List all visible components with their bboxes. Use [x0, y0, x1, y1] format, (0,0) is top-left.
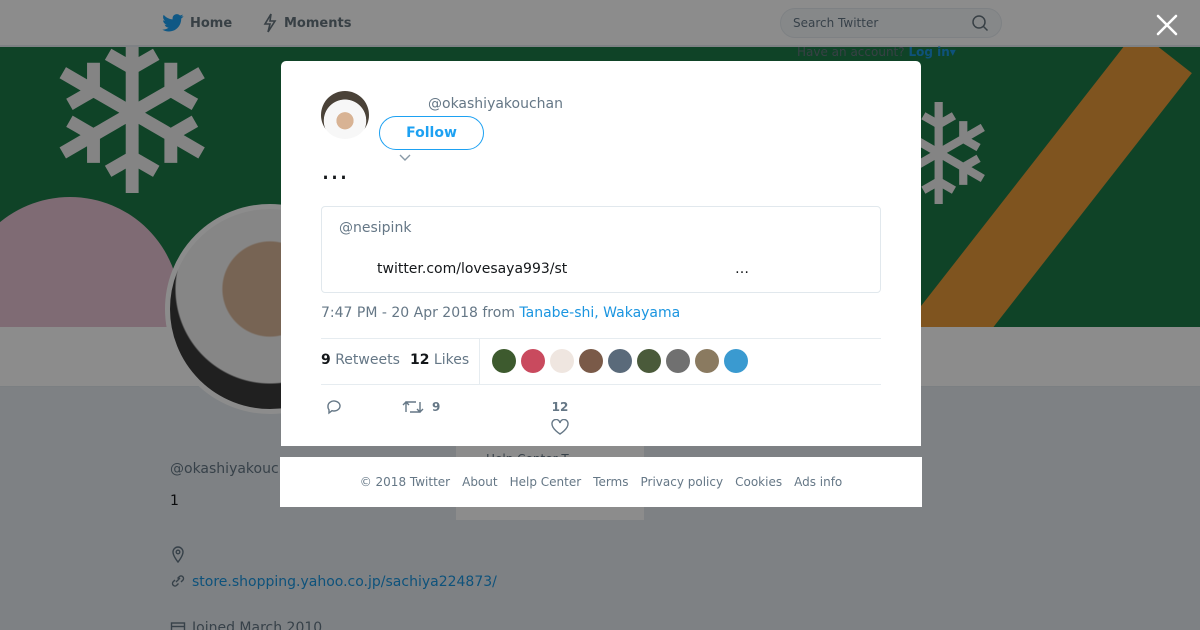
liker-avatar[interactable] — [608, 349, 632, 373]
quoted-tweet-ellipsis: … — [735, 261, 749, 277]
retweet-count: 9 — [432, 400, 441, 414]
retweet-button[interactable]: 9 — [402, 398, 440, 416]
footer-copyright: © 2018 Twitter — [359, 475, 451, 489]
likes-count: 12 — [410, 352, 430, 368]
quoted-tweet-handle: @nesipink — [339, 220, 412, 236]
footer-link-ads-info[interactable]: Ads info — [794, 475, 842, 489]
liker-avatar[interactable] — [579, 349, 603, 373]
liker-avatar[interactable] — [550, 349, 574, 373]
likers-avatars — [492, 349, 748, 373]
liker-avatar[interactable] — [521, 349, 545, 373]
retweet-icon — [402, 401, 424, 413]
footer-link-terms[interactable]: Terms — [593, 475, 628, 489]
liker-avatar[interactable] — [695, 349, 719, 373]
retweets-count: 9 — [321, 352, 331, 368]
footer-link-privacy[interactable]: Privacy policy — [641, 475, 724, 489]
liker-avatar[interactable] — [492, 349, 516, 373]
tweet-author-handle[interactable]: @okashiyakouchan — [428, 96, 563, 112]
like-count: 12 — [551, 400, 569, 414]
modal-footer: © 2018 Twitter About Help Center Terms P… — [280, 457, 922, 507]
tweet-modal: @okashiyakouchan Follow … @nesipink twit… — [281, 61, 921, 446]
liker-avatar[interactable] — [724, 349, 748, 373]
tweet-location-link[interactable]: Tanabe-shi, Wakayama — [519, 305, 680, 321]
tweet-metadata: 7:47 PM - 20 Apr 2018 from Tanabe-shi, W… — [321, 305, 680, 321]
tweet-timestamp: 7:47 PM - 20 Apr 2018 from — [321, 305, 520, 321]
retweets-stat[interactable]: 9 Retweets — [321, 352, 400, 368]
footer-link-help-center[interactable]: Help Center — [510, 475, 582, 489]
retweets-label: Retweets — [330, 352, 400, 368]
reply-button[interactable] — [325, 398, 343, 416]
tweet-actions: 9 12 — [321, 396, 881, 444]
footer-link-cookies[interactable]: Cookies — [735, 475, 782, 489]
reply-icon — [327, 400, 341, 415]
footer-link-about[interactable]: About — [462, 475, 497, 489]
quoted-tweet[interactable]: @nesipink twitter.com/lovesaya993/st … — [321, 206, 881, 293]
stats-divider — [479, 339, 480, 384]
like-button[interactable]: 12 — [551, 398, 569, 435]
liker-avatar[interactable] — [637, 349, 661, 373]
close-icon[interactable] — [1154, 12, 1180, 38]
tweet-author-avatar[interactable] — [321, 91, 369, 139]
tweet-text: … — [321, 155, 348, 186]
likes-stat[interactable]: 12 Likes — [410, 352, 469, 368]
tweet-stats: 9 Retweets 12 Likes — [321, 338, 881, 385]
heart-icon — [551, 419, 569, 435]
follow-button[interactable]: Follow — [379, 116, 484, 150]
quoted-tweet-link[interactable]: twitter.com/lovesaya993/st — [377, 261, 567, 277]
liker-avatar[interactable] — [666, 349, 690, 373]
likes-label: Likes — [429, 352, 470, 368]
